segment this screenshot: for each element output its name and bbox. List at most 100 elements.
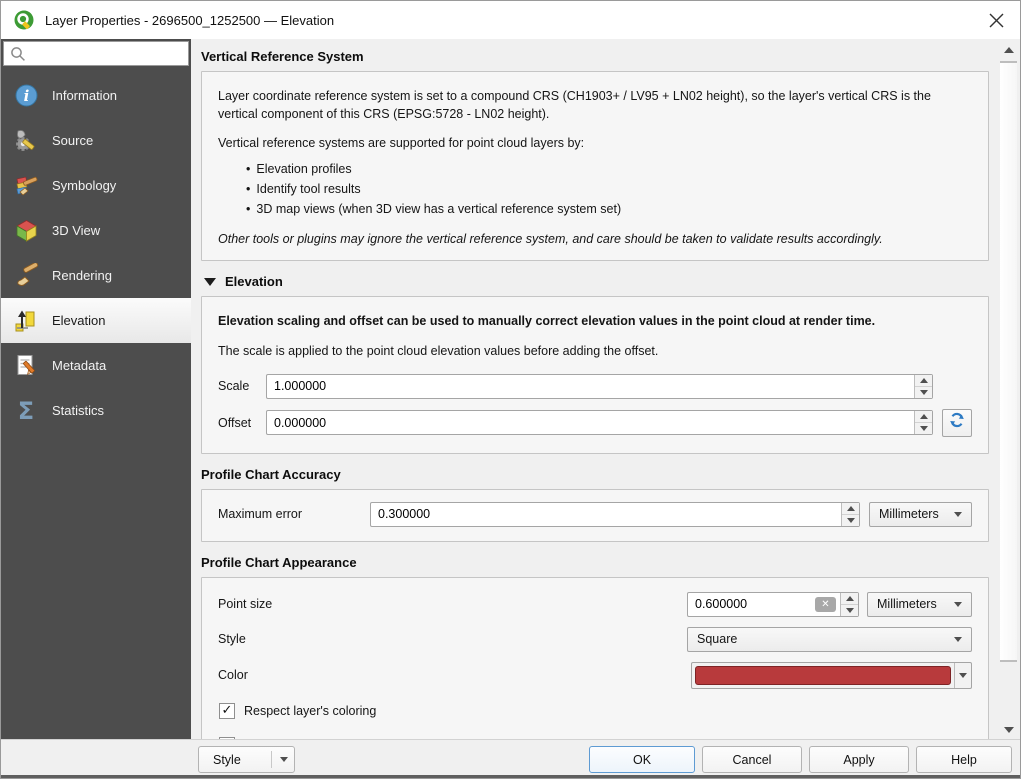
vertical-scrollbar[interactable] [1000,41,1017,738]
offset-input[interactable] [267,411,914,435]
offset-refresh-button[interactable] [942,408,972,437]
respect-coloring-row: ✓ Respect layer's coloring [219,702,972,719]
color-button[interactable] [691,661,972,689]
sidebar-item-source[interactable]: Source [1,118,191,163]
chevron-down-icon [280,757,288,762]
appearance-section-title: Profile Chart Appearance [201,554,357,570]
style-combo[interactable]: Square [687,626,972,652]
point-size-spin-buttons [840,592,858,616]
style-button-label: Style [213,752,241,767]
color-dropdown-arrow[interactable] [954,662,971,688]
style-button-separator [271,751,272,768]
elevation-scale-note: The scale is applied to the point cloud … [218,343,659,358]
sidebar-item-information[interactable]: i Information [1,73,191,118]
sidebar-item-label: 3D View [52,223,101,238]
sidebar-item-label: Metadata [52,358,107,373]
sidebar-item-label: Symbology [52,178,117,193]
vrs-bullet: Identify tool results [246,179,972,199]
scale-spin-buttons [914,374,932,398]
chevron-down-icon [954,601,962,607]
respect-coloring-label: Respect layer's coloring [244,703,377,718]
point-size-label: Point size [218,597,273,612]
style-menu-button[interactable]: Style [198,746,295,773]
sidebar-item-symbology[interactable]: Symbology [1,163,191,208]
elevation-icon [13,308,39,334]
maximum-error-input[interactable] [371,502,841,526]
scroll-up-icon[interactable] [1000,41,1017,58]
accuracy-section-title: Profile Chart Accuracy [201,466,341,482]
respect-coloring-checkbox[interactable]: ✓ [219,702,235,719]
maximum-error-unit-value: Millimeters [879,507,939,522]
apply-button[interactable]: Apply [809,746,909,773]
window-bottom-edge [1,775,1020,778]
spin-up-icon[interactable] [842,503,859,515]
sidebar-search[interactable] [3,41,189,66]
layer-properties-dialog: { "window": { "title": "Layer Properties… [0,0,1021,779]
sidebar-item-rendering[interactable]: Rendering [1,253,191,298]
accuracy-panel: Maximum error Millimeters [201,488,989,542]
sidebar-item-label: Source [52,133,94,148]
offset-label: Offset [218,415,252,430]
sidebar-item-label: Elevation [52,313,106,328]
scroll-down-icon[interactable] [1000,721,1017,738]
metadata-icon [13,353,39,379]
scale-row: Scale [218,373,972,399]
style-label: Style [218,632,246,647]
sigma-icon: Σ [17,396,35,425]
search-icon [9,45,27,63]
vrs-bullet: Elevation profiles [246,159,972,179]
vrs-paragraph-supported: Vertical reference systems are supported… [218,136,585,151]
point-size-unit-combo[interactable]: Millimeters [867,591,972,617]
elevation-group-header[interactable]: Elevation [204,274,989,289]
properties-sidebar: i Information Source Symbology 3D View R… [1,39,191,741]
sidebar-nav: i Information Source Symbology 3D View R… [1,73,191,433]
sidebar-item-label: Information [52,88,118,103]
clear-value-icon[interactable]: ✕ [815,596,836,612]
window-title: Layer Properties - 2696500_1252500 — Ele… [45,12,335,28]
point-size-input[interactable] [688,592,815,616]
sidebar-item-metadata[interactable]: Metadata [1,343,191,388]
ok-button[interactable]: OK [589,746,695,773]
search-input[interactable] [31,45,183,62]
scrollbar-thumb[interactable] [1000,61,1017,662]
sidebar-item-statistics[interactable]: Σ Statistics [1,388,191,433]
spin-down-icon[interactable] [841,605,858,616]
elevation-group-title: Elevation [225,274,283,290]
cube-3d-icon [13,218,39,244]
elevation-settings-panel: Vertical Reference System Layer coordina… [191,39,1002,739]
maximum-error-spinbox [370,501,860,527]
spin-up-icon[interactable] [841,593,858,605]
vrs-panel: Layer coordinate reference system is set… [201,71,989,262]
vrs-note: Other tools or plugins may ignore the ve… [218,232,883,247]
point-size-unit-value: Millimeters [877,597,937,612]
spin-up-icon[interactable] [915,411,932,424]
appearance-panel: Point size ✕ Millimeters Style Square [201,576,989,739]
style-row: Style Square [218,626,972,652]
elevation-group-panel: Elevation scaling and offset can be used… [201,296,989,454]
color-label: Color [218,668,248,683]
offset-row: Offset [218,408,972,437]
close-icon[interactable] [978,4,1014,36]
vrs-bullet-list: Elevation profiles Identify tool results… [246,159,972,219]
sidebar-item-elevation[interactable]: Elevation [1,298,191,343]
offset-spinbox [266,410,933,436]
scale-input[interactable] [267,374,914,398]
qgis-logo-icon [13,9,35,31]
maximum-error-label: Maximum error [218,507,303,522]
maximum-error-unit-combo[interactable]: Millimeters [869,501,972,527]
style-value: Square [697,632,738,647]
help-button[interactable]: Help [916,746,1012,773]
maximum-error-spin-buttons [841,502,859,526]
dialog-button-bar: Style OK Cancel Apply Help [1,739,1020,778]
sidebar-item-3d-view[interactable]: 3D View [1,208,191,253]
spin-down-icon[interactable] [915,423,932,434]
svg-text:i: i [23,87,29,105]
cancel-button[interactable]: Cancel [702,746,802,773]
chevron-down-icon [954,511,962,517]
spin-down-icon[interactable] [842,515,859,526]
spin-down-icon[interactable] [915,387,932,398]
scale-label: Scale [218,379,250,394]
spin-up-icon[interactable] [915,375,932,387]
paintbrush-icon [13,263,39,289]
offset-spin-buttons [914,411,932,435]
